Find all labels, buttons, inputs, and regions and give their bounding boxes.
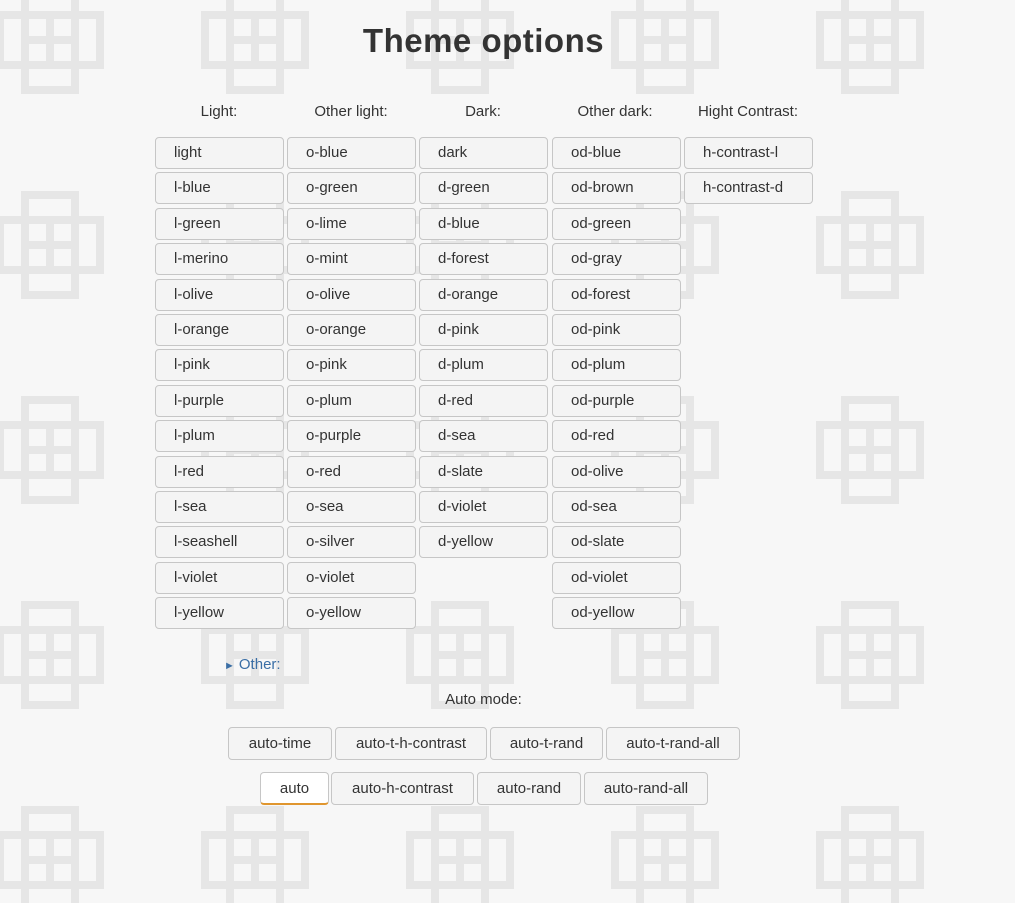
high-contrast-themes-column: h-contrast-l h-contrast-d bbox=[684, 137, 813, 208]
theme-button[interactable]: h-contrast-d bbox=[684, 172, 813, 205]
theme-button[interactable]: l-violet bbox=[155, 561, 284, 594]
theme-button[interactable]: l-merino bbox=[155, 243, 284, 276]
theme-button[interactable]: o-purple bbox=[287, 420, 416, 453]
theme-button[interactable]: od-sea bbox=[552, 490, 681, 523]
theme-button[interactable]: l-blue bbox=[155, 172, 284, 205]
theme-button[interactable]: l-olive bbox=[155, 278, 284, 311]
theme-button[interactable]: o-violet bbox=[287, 561, 416, 594]
triangle-right-icon: ► bbox=[224, 660, 235, 672]
auto-mode-row-1: auto-time auto-t-h-contrast auto-t-rand … bbox=[0, 727, 1015, 760]
theme-button[interactable]: d-red bbox=[419, 384, 548, 417]
theme-button[interactable]: o-mint bbox=[287, 243, 416, 276]
column-heading-other-light: Other light: bbox=[314, 103, 388, 120]
theme-button[interactable]: d-plum bbox=[419, 349, 548, 382]
theme-button[interactable]: l-seashell bbox=[155, 526, 284, 559]
theme-button[interactable]: light bbox=[155, 137, 284, 169]
auto-time-button[interactable]: auto-time bbox=[228, 727, 332, 760]
theme-button[interactable]: od-gray bbox=[552, 243, 681, 276]
theme-button[interactable]: l-plum bbox=[155, 420, 284, 453]
auto-mode-heading: Auto mode: bbox=[445, 691, 522, 708]
theme-button[interactable]: od-pink bbox=[552, 313, 681, 346]
column-heading-dark: Dark: bbox=[465, 103, 501, 120]
page-title: Theme options bbox=[362, 22, 605, 59]
theme-button[interactable]: od-yellow bbox=[552, 597, 681, 630]
theme-button[interactable]: o-sea bbox=[287, 490, 416, 523]
theme-button[interactable]: od-slate bbox=[552, 526, 681, 559]
theme-button[interactable]: l-pink bbox=[155, 349, 284, 382]
auto-t-rand-all-button[interactable]: auto-t-rand-all bbox=[606, 727, 740, 760]
auto-rand-all-button[interactable]: auto-rand-all bbox=[584, 772, 708, 805]
theme-button[interactable]: od-green bbox=[552, 207, 681, 240]
auto-h-contrast-button[interactable]: auto-h-contrast bbox=[331, 772, 474, 805]
light-themes-column: light l-blue l-green l-merino l-olive l-… bbox=[155, 137, 284, 632]
theme-options-page: Theme options Light: Other light: Dark: … bbox=[0, 0, 1015, 903]
theme-button[interactable]: od-violet bbox=[552, 561, 681, 594]
auto-t-rand-button[interactable]: auto-t-rand bbox=[490, 727, 603, 760]
theme-button[interactable]: d-forest bbox=[419, 243, 548, 276]
auto-button[interactable]: auto bbox=[260, 772, 329, 805]
theme-button[interactable]: od-brown bbox=[552, 172, 681, 205]
theme-button[interactable]: h-contrast-l bbox=[684, 137, 813, 169]
theme-button[interactable]: od-plum bbox=[552, 349, 681, 382]
column-heading-other-dark: Other dark: bbox=[577, 103, 653, 120]
theme-button[interactable]: o-silver bbox=[287, 526, 416, 559]
theme-button[interactable]: o-blue bbox=[287, 137, 416, 169]
theme-button[interactable]: d-blue bbox=[419, 207, 548, 240]
theme-button[interactable]: d-pink bbox=[419, 313, 548, 346]
theme-button[interactable]: l-purple bbox=[155, 384, 284, 417]
theme-button[interactable]: o-olive bbox=[287, 278, 416, 311]
column-heading-light: Light: bbox=[200, 103, 238, 120]
column-heading-high-contrast: Hight Contrast: bbox=[697, 103, 799, 120]
theme-button[interactable]: o-red bbox=[287, 455, 416, 488]
theme-button[interactable]: od-forest bbox=[552, 278, 681, 311]
theme-button[interactable]: d-green bbox=[419, 172, 548, 205]
theme-button[interactable]: o-orange bbox=[287, 313, 416, 346]
theme-button[interactable]: o-pink bbox=[287, 349, 416, 382]
theme-button[interactable]: d-slate bbox=[419, 455, 548, 488]
theme-button[interactable]: l-yellow bbox=[155, 597, 284, 630]
other-label: Other: bbox=[238, 656, 281, 673]
other-disclosure-toggle[interactable]: ► Other: bbox=[224, 656, 281, 673]
theme-button[interactable]: l-red bbox=[155, 455, 284, 488]
theme-button[interactable]: o-plum bbox=[287, 384, 416, 417]
theme-button[interactable]: l-orange bbox=[155, 313, 284, 346]
theme-button[interactable]: d-sea bbox=[419, 420, 548, 453]
theme-button[interactable]: d-yellow bbox=[419, 526, 548, 559]
other-light-themes-column: o-blue o-green o-lime o-mint o-olive o-o… bbox=[287, 137, 416, 632]
auto-mode-row-2: auto auto-h-contrast auto-rand auto-rand… bbox=[0, 772, 1015, 805]
auto-t-h-contrast-button[interactable]: auto-t-h-contrast bbox=[335, 727, 487, 760]
theme-button[interactable]: od-blue bbox=[552, 137, 681, 169]
theme-button[interactable]: l-green bbox=[155, 207, 284, 240]
theme-button[interactable]: od-purple bbox=[552, 384, 681, 417]
theme-button[interactable]: o-lime bbox=[287, 207, 416, 240]
auto-rand-button[interactable]: auto-rand bbox=[477, 772, 581, 805]
theme-button[interactable]: od-red bbox=[552, 420, 681, 453]
theme-button[interactable]: o-green bbox=[287, 172, 416, 205]
theme-button[interactable]: d-orange bbox=[419, 278, 548, 311]
theme-button[interactable]: o-yellow bbox=[287, 597, 416, 630]
theme-button[interactable]: od-olive bbox=[552, 455, 681, 488]
theme-button[interactable]: d-violet bbox=[419, 490, 548, 523]
other-dark-themes-column: od-blue od-brown od-green od-gray od-for… bbox=[552, 137, 681, 632]
theme-button[interactable]: dark bbox=[419, 137, 548, 169]
dark-themes-column: dark d-green d-blue d-forest d-orange d-… bbox=[419, 137, 548, 562]
theme-button[interactable]: l-sea bbox=[155, 490, 284, 523]
